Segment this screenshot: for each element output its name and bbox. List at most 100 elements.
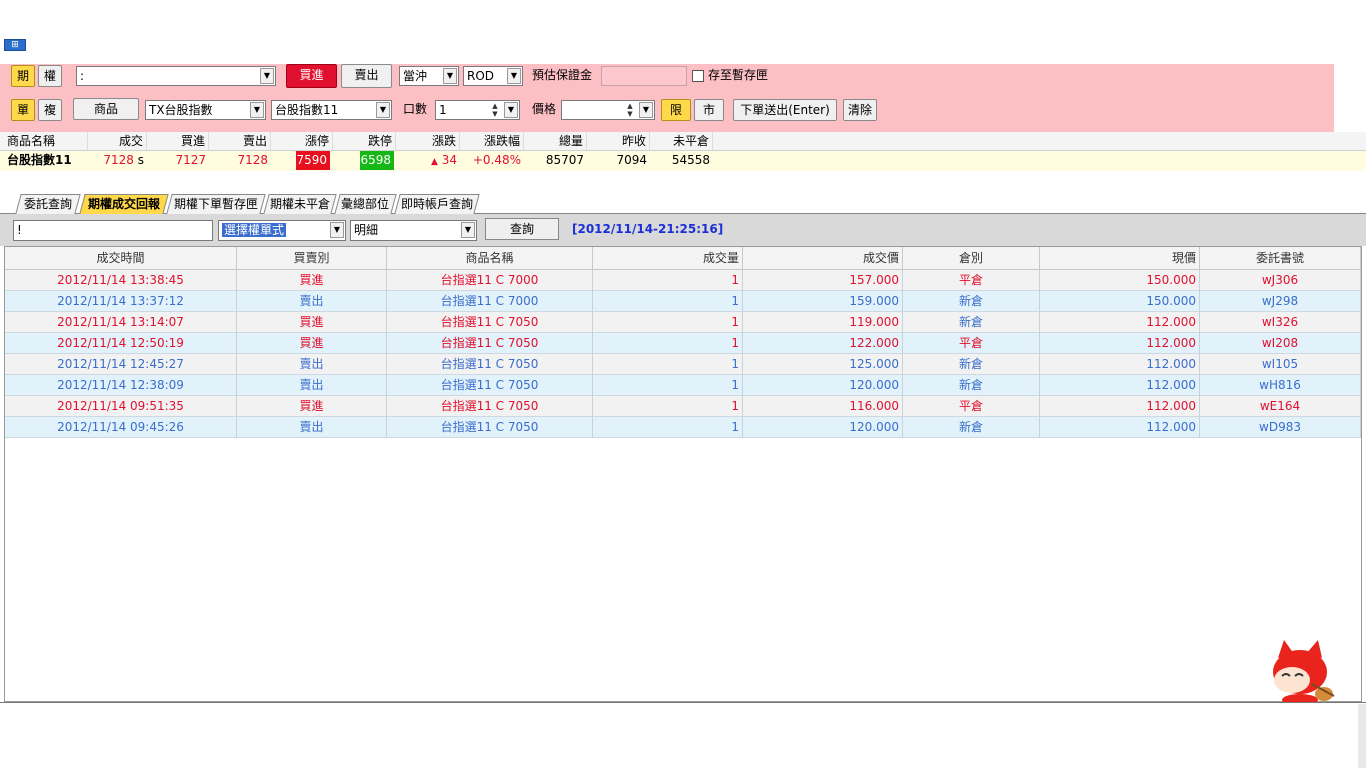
quantity-stepper[interactable]: 1 ▲ ▼ ▼ bbox=[435, 100, 520, 120]
cell-side: 賣出 bbox=[237, 291, 387, 312]
quote-header-volume: 總量 bbox=[524, 132, 587, 151]
options-button[interactable]: 權 bbox=[38, 65, 62, 87]
cell-pos: 新倉 bbox=[903, 375, 1040, 396]
cell-current: 112.000 bbox=[1040, 312, 1200, 333]
submit-order-button[interactable]: 下單送出(Enter) bbox=[733, 99, 837, 121]
tab-order-draft[interactable]: 期權下單暫存匣 bbox=[166, 194, 266, 214]
spinner-icon[interactable]: ▲ ▼ bbox=[623, 102, 637, 118]
cell-side: 買進 bbox=[237, 333, 387, 354]
col-header-qty[interactable]: 成交量 bbox=[593, 247, 743, 270]
cell-order-no: wJ298 bbox=[1200, 291, 1361, 312]
account-select[interactable]: : ▼ bbox=[76, 66, 276, 86]
single-order-button[interactable]: 單 bbox=[11, 99, 35, 121]
daytrade-select[interactable]: 當沖 ▼ bbox=[399, 66, 459, 86]
price-label: 價格 bbox=[532, 102, 557, 116]
table-row[interactable]: 2012/11/14 13:14:07 買進 台指選11 C 7050 1 119.00… bbox=[5, 312, 1361, 333]
detail-select[interactable]: 明細 ▼ bbox=[350, 220, 477, 241]
clear-button[interactable]: 清除 bbox=[843, 99, 877, 121]
tab-fill-report[interactable]: 期權成交回報 bbox=[79, 194, 169, 214]
buy-button[interactable]: 買進 bbox=[286, 64, 337, 88]
futures-button[interactable]: 期 bbox=[11, 65, 35, 87]
table-row[interactable]: 2012/11/14 09:45:26 賣出 台指選11 C 7050 1 120.00… bbox=[5, 417, 1361, 438]
vertical-scrollbar[interactable] bbox=[1358, 704, 1366, 768]
tab-order-query[interactable]: 委託查詢 bbox=[15, 194, 81, 214]
chevron-down-icon: ▼ bbox=[504, 102, 518, 118]
sell-button[interactable]: 賣出 bbox=[341, 64, 392, 88]
quote-last-value: 7128 bbox=[103, 153, 134, 167]
col-header-current[interactable]: 現價 bbox=[1040, 247, 1200, 270]
quote-limit-down: 6598 bbox=[360, 151, 394, 170]
cell-order-no: wE164 bbox=[1200, 396, 1361, 417]
quote-header-prev-close: 昨收 bbox=[587, 132, 650, 151]
spinner-icon[interactable]: ▲ ▼ bbox=[488, 102, 502, 118]
quote-change-value: 34 bbox=[441, 153, 457, 167]
col-header-order-no[interactable]: 委託書號 bbox=[1200, 247, 1361, 270]
quote-header-change: 漲跌 bbox=[396, 132, 460, 151]
cell-price: 159.000 bbox=[743, 291, 903, 312]
table-row[interactable]: 2012/11/14 09:51:35 買進 台指選11 C 7050 1 116.00… bbox=[5, 396, 1361, 417]
cell-price: 116.000 bbox=[743, 396, 903, 417]
col-header-product[interactable]: 商品名稱 bbox=[387, 247, 593, 270]
cell-time: 2012/11/14 09:51:35 bbox=[5, 396, 237, 417]
app-window-icon[interactable]: ⊞ bbox=[4, 39, 26, 51]
cell-product: 台指選11 C 7050 bbox=[387, 375, 593, 396]
detail-select-value: 明細 bbox=[354, 223, 379, 237]
save-draft-checkbox[interactable] bbox=[692, 70, 704, 82]
col-header-price[interactable]: 成交價 bbox=[743, 247, 903, 270]
quote-row[interactable]: 台股指數11 7128 s 7127 7128 7590 6598 ▲ 34 +… bbox=[0, 151, 1366, 171]
quote-bid: 7127 bbox=[175, 153, 206, 167]
cell-time: 2012/11/14 13:14:07 bbox=[5, 312, 237, 333]
cell-product: 台指選11 C 7050 bbox=[387, 396, 593, 417]
market-order-button[interactable]: 市 bbox=[694, 99, 724, 121]
cell-product: 台指選11 C 7050 bbox=[387, 417, 593, 438]
col-header-time[interactable]: 成交時間 bbox=[5, 247, 237, 270]
account-input[interactable]: ! bbox=[13, 220, 213, 241]
query-button[interactable]: 查詢 bbox=[485, 218, 559, 240]
cell-time: 2012/11/14 12:50:19 bbox=[5, 333, 237, 354]
cell-qty: 1 bbox=[593, 312, 743, 333]
col-header-side[interactable]: 買賣別 bbox=[237, 247, 387, 270]
col-header-position[interactable]: 倉別 bbox=[903, 247, 1040, 270]
cell-order-no: wD983 bbox=[1200, 417, 1361, 438]
cell-price: 120.000 bbox=[743, 417, 903, 438]
save-draft-label: 存至暫存匣 bbox=[708, 68, 769, 82]
table-row[interactable]: 2012/11/14 12:38:09 賣出 台指選11 C 7050 1 120.00… bbox=[5, 375, 1361, 396]
cell-time: 2012/11/14 13:38:45 bbox=[5, 270, 237, 291]
cell-qty: 1 bbox=[593, 396, 743, 417]
price-stepper[interactable]: ▲ ▼ ▼ bbox=[561, 100, 655, 120]
chevron-down-icon: ▼ bbox=[330, 222, 344, 238]
tab-open-positions[interactable]: 期權未平倉 bbox=[263, 194, 337, 214]
product-select[interactable]: TX台股指數 ▼ bbox=[145, 100, 266, 120]
quote-change: ▲ 34 bbox=[396, 151, 460, 170]
table-row[interactable]: 2012/11/14 13:37:12 賣出 台指選11 C 7000 1 159.00… bbox=[5, 291, 1361, 312]
tab-position-summary[interactable]: 彙總部位 bbox=[334, 194, 397, 214]
table-row[interactable]: 2012/11/14 12:50:19 買進 台指選11 C 7050 1 122.00… bbox=[5, 333, 1361, 354]
order-condition-select[interactable]: ROD ▼ bbox=[463, 66, 523, 86]
quote-volume: 85707 bbox=[545, 153, 584, 167]
contract-select[interactable]: 台股指數11 ▼ bbox=[271, 100, 392, 120]
cell-side: 賣出 bbox=[237, 375, 387, 396]
table-row[interactable]: 2012/11/14 13:38:45 買進 台指選11 C 7000 1 157.00… bbox=[5, 270, 1361, 291]
cell-side: 賣出 bbox=[237, 417, 387, 438]
product-button[interactable]: 商品 bbox=[73, 98, 139, 120]
quote-header-bid: 買進 bbox=[147, 132, 209, 151]
cell-order-no: wI208 bbox=[1200, 333, 1361, 354]
chevron-down-icon: ▼ bbox=[376, 102, 390, 118]
tab-account-query[interactable]: 即時帳戶查詢 bbox=[394, 194, 480, 214]
order-condition-value: ROD bbox=[467, 69, 495, 83]
quote-change-pct: +0.48% bbox=[472, 153, 521, 167]
quote-limit-up: 7590 bbox=[296, 151, 330, 170]
cell-time: 2012/11/14 09:45:26 bbox=[5, 417, 237, 438]
cell-time: 2012/11/14 13:37:12 bbox=[5, 291, 237, 312]
chevron-down-icon: ▼ bbox=[507, 68, 521, 84]
table-row[interactable]: 2012/11/14 12:45:27 賣出 台指選11 C 7050 1 125.00… bbox=[5, 354, 1361, 375]
tab-label: 期權成交回報 bbox=[87, 197, 160, 211]
trading-app: ⊞ 期 權 : ▼ 買進 賣出 當沖 ▼ ROD ▼ 預估保證金 存至暫存匣 單 複 … bbox=[0, 0, 1366, 768]
chevron-down-icon: ▼ bbox=[639, 102, 653, 118]
quote-prev-close: 7094 bbox=[616, 153, 647, 167]
limit-order-button[interactable]: 限 bbox=[661, 99, 691, 121]
cell-qty: 1 bbox=[593, 375, 743, 396]
format-select[interactable]: 選擇權單式 ▼ bbox=[218, 220, 346, 241]
quantity-label: 口數 bbox=[403, 102, 428, 116]
combo-order-button[interactable]: 複 bbox=[38, 99, 62, 121]
